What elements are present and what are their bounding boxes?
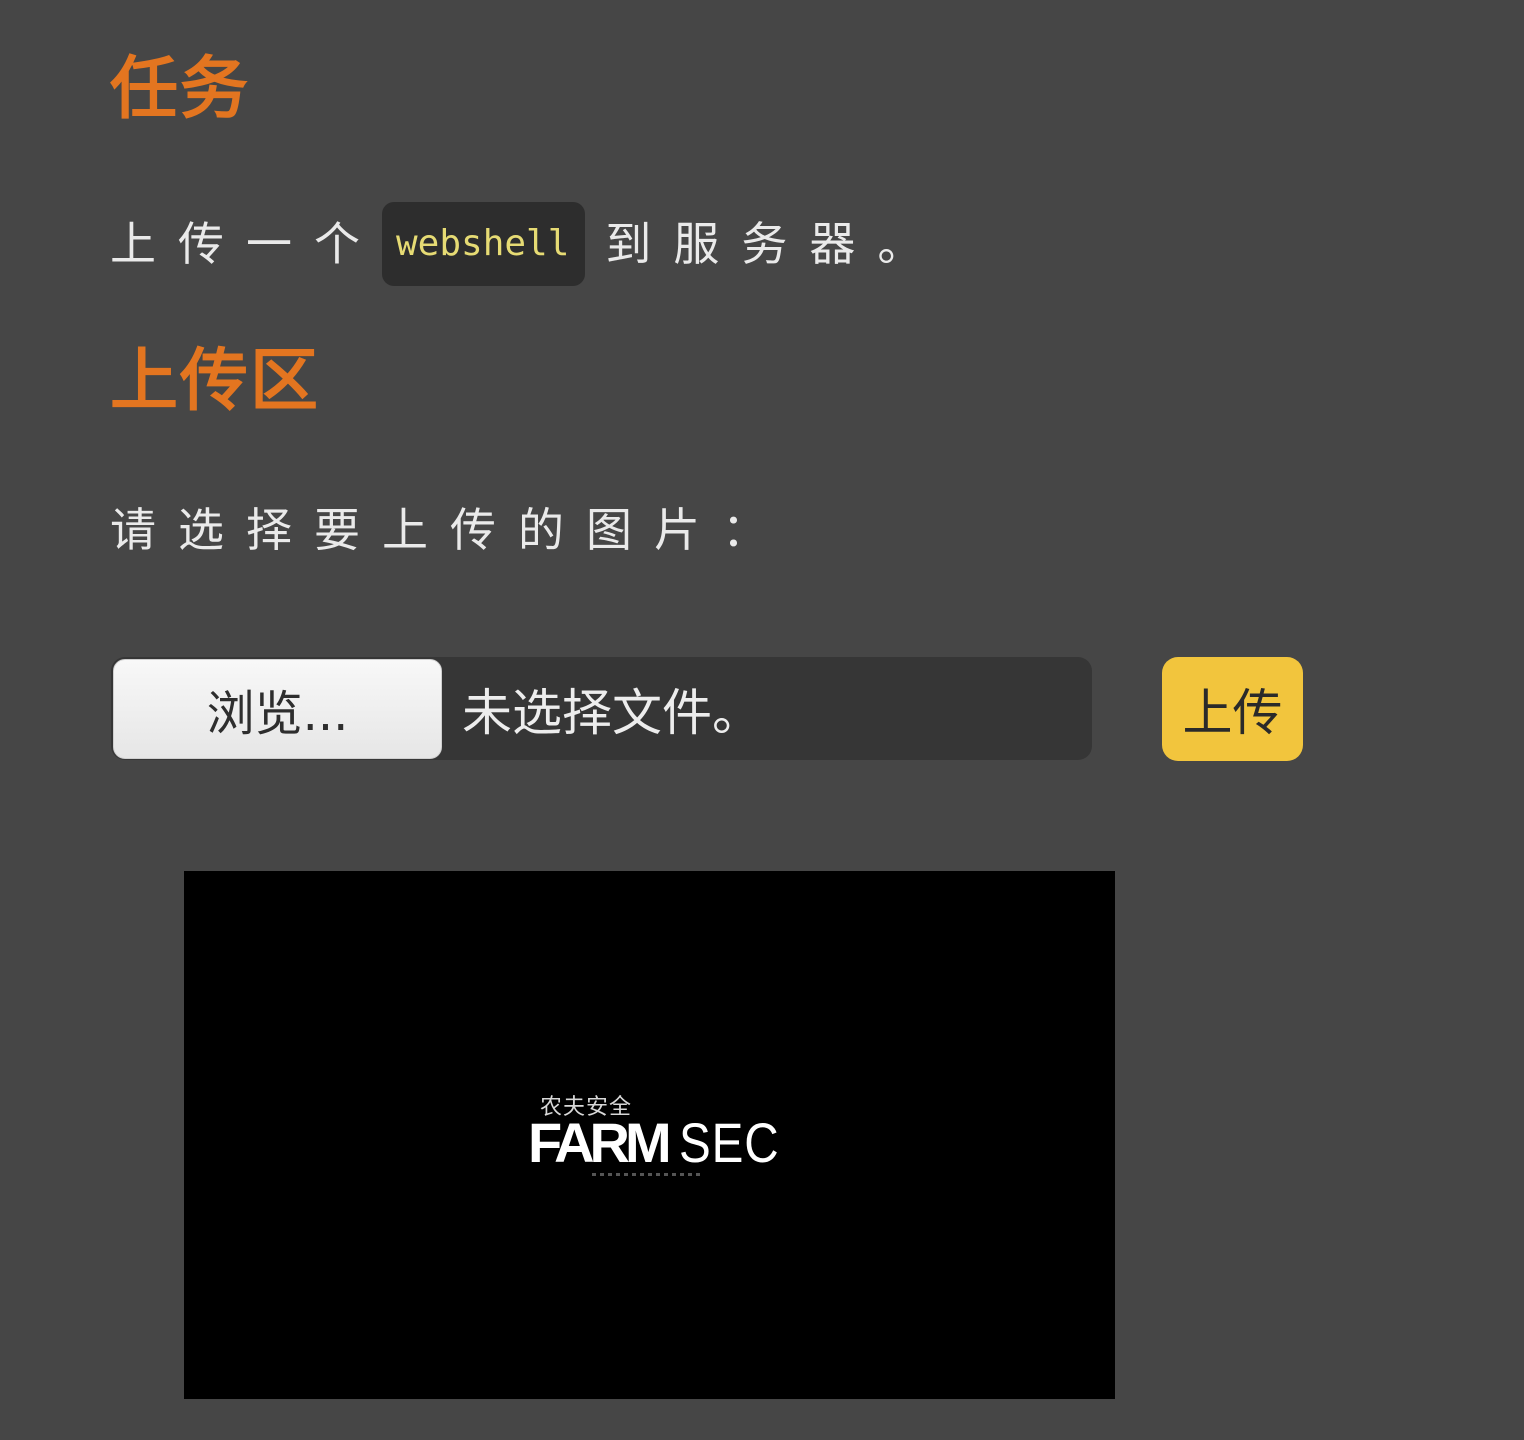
browse-button[interactable]: 浏览... — [113, 658, 442, 759]
upload-prompt: 请选择要上传的图片： — [110, 503, 790, 557]
logo-dotted-rule — [592, 1173, 702, 1176]
upload-button[interactable]: 上传 — [1162, 657, 1303, 761]
farmsec-logo: 农夫安全 FARM SEC — [528, 1089, 778, 1189]
file-input[interactable]: 浏览... 未选择文件。 — [111, 657, 1092, 760]
task-heading: 任务 — [110, 50, 251, 129]
task-text-before: 上传一个 — [110, 217, 382, 271]
logo-farm-text: FARM — [528, 1111, 672, 1174]
file-status-text: 未选择文件。 — [462, 683, 762, 742]
task-description: 上传一个 webshell 到服务器。 — [110, 202, 945, 286]
logo-sec-text: SEC — [678, 1111, 780, 1174]
webshell-code: webshell — [382, 202, 586, 286]
task-text-after: 到服务器。 — [605, 217, 946, 271]
logo-wordmark: FARM SEC — [528, 1113, 797, 1174]
image-preview: 农夫安全 FARM SEC — [184, 871, 1115, 1399]
upload-heading: 上传区 — [110, 342, 321, 421]
